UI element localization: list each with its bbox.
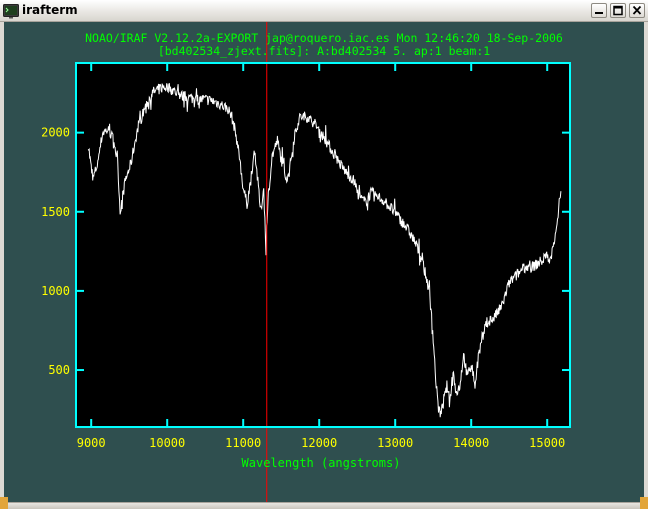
x-tick-label: 11000 (225, 436, 261, 450)
close-icon (632, 5, 642, 15)
graphics-terminal[interactable]: NOAO/IRAF V2.12.2a-EXPORT jap@roquero.ia… (4, 22, 644, 502)
x-tick-label: 10000 (149, 436, 185, 450)
y-tick-label: 1000 (41, 284, 70, 298)
window-border-bottom (0, 502, 648, 509)
x-tick-label: 14000 (453, 436, 489, 450)
terminal-app-icon (3, 4, 19, 19)
resize-corner-right[interactable] (640, 497, 648, 509)
y-tick-label: 500 (48, 363, 70, 377)
minimize-button[interactable] (591, 3, 607, 18)
plot-area (76, 63, 570, 427)
x-tick-label: 13000 (377, 436, 413, 450)
window-title: irafterm (22, 3, 78, 17)
maximize-icon (613, 5, 623, 16)
window-titlebar[interactable]: irafterm (0, 0, 648, 22)
x-tick-label: 15000 (529, 436, 565, 450)
spectrum-plot[interactable]: 9000 10000 11000 12000 13000 14000 15000 500 100… (4, 22, 644, 502)
minimize-icon (595, 12, 603, 14)
window-border-right (644, 22, 648, 502)
y-tick-label: 2000 (41, 126, 70, 140)
maximize-button[interactable] (610, 3, 626, 18)
x-axis-label: Wavelength (angstroms) (242, 456, 401, 470)
close-button[interactable] (629, 3, 645, 18)
resize-corner-left[interactable] (0, 497, 8, 509)
x-tick-label: 9000 (77, 436, 106, 450)
x-tick-label: 12000 (301, 436, 337, 450)
y-tick-label: 1500 (41, 205, 70, 219)
